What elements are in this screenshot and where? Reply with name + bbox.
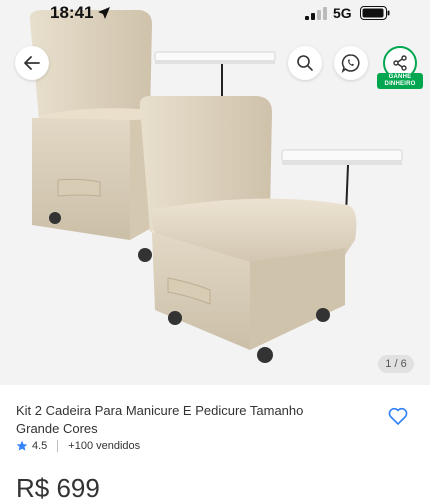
location-arrow-icon <box>98 7 110 19</box>
whatsapp-button[interactable] <box>334 46 368 80</box>
rating-separator <box>57 440 59 452</box>
product-info: Kit 2 Cadeira Para Manicure E Pedicure T… <box>0 385 430 503</box>
sold-count: +100 vendidos <box>68 440 141 452</box>
search-icon <box>297 55 313 71</box>
product-price: R$ 699 <box>16 473 100 503</box>
rating-row[interactable]: 4.5 +100 vendidos <box>16 440 140 452</box>
share-earn-button[interactable]: GANHE DINHEIRO <box>377 46 423 90</box>
network-type: 5G <box>333 5 352 21</box>
arrow-left-icon <box>24 56 40 70</box>
status-time: 18:41 <box>50 3 94 22</box>
search-button[interactable] <box>288 46 322 80</box>
share-earn-tag: GANHE DINHEIRO <box>377 73 423 89</box>
front-chair <box>139 96 403 363</box>
back-button[interactable] <box>15 46 49 80</box>
heart-icon[interactable] <box>386 404 410 428</box>
whatsapp-icon <box>341 54 360 73</box>
image-counter: 1 / 6 <box>378 355 414 373</box>
product-title: Kit 2 Cadeira Para Manicure E Pedicure T… <box>16 403 304 436</box>
signal-icon <box>305 7 327 20</box>
share-icon <box>393 55 407 71</box>
star-icon <box>16 440 28 451</box>
status-bar: 18:41 5G <box>0 0 430 28</box>
battery-icon <box>360 6 390 20</box>
rating-value: 4.5 <box>32 440 48 452</box>
